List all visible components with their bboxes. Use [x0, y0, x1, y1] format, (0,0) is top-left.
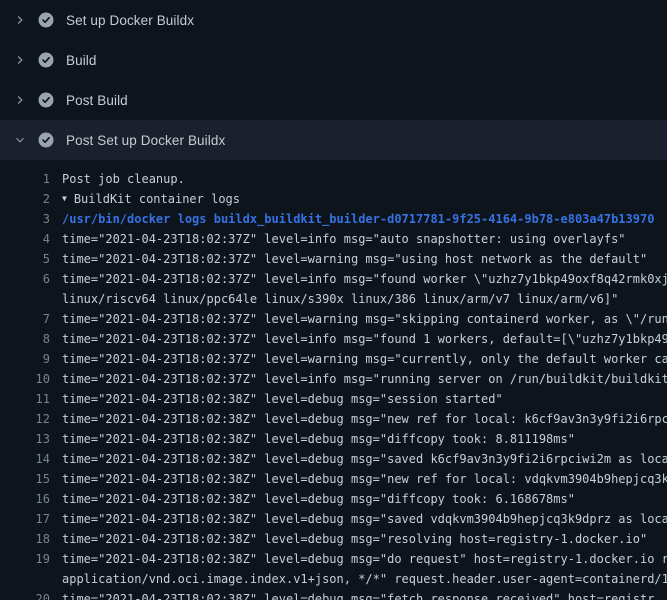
line-number[interactable]: 10	[0, 369, 52, 389]
line-number[interactable]	[0, 289, 52, 309]
check-circle-icon	[38, 52, 54, 68]
log-line: 12 time="2021-04-23T18:02:38Z" level=deb…	[0, 409, 667, 429]
actions-log-viewer: Set up Docker Buildx Build Post Build	[0, 0, 667, 600]
line-text: /usr/bin/docker logs buildx_buildkit_bui…	[52, 209, 667, 229]
log-line: 18 time="2021-04-23T18:02:38Z" level=deb…	[0, 529, 667, 549]
line-number[interactable]: 9	[0, 349, 52, 369]
line-text: time="2021-04-23T18:02:38Z" level=debug …	[52, 409, 667, 429]
log-lines: 1 Post job cleanup. 2 ▼ BuildKit contain…	[0, 169, 667, 600]
line-number[interactable]: 15	[0, 469, 52, 489]
line-text: time="2021-04-23T18:02:38Z" level=debug …	[52, 589, 667, 600]
step-label: Post Set up Docker Buildx	[66, 133, 225, 148]
line-text: application/vnd.oci.image.index.v1+json,…	[52, 569, 667, 589]
line-text: time="2021-04-23T18:02:37Z" level=warnin…	[52, 309, 667, 329]
line-number[interactable]: 18	[0, 529, 52, 549]
line-text: time="2021-04-23T18:02:38Z" level=debug …	[52, 449, 667, 469]
line-number[interactable]: 5	[0, 249, 52, 269]
chevron-right-icon	[12, 92, 28, 108]
step-label: Set up Docker Buildx	[66, 13, 194, 28]
log-line: 7 time="2021-04-23T18:02:37Z" level=warn…	[0, 309, 667, 329]
step-row-build[interactable]: Build	[0, 40, 667, 80]
chevron-right-icon	[12, 52, 28, 68]
line-number[interactable]: 1	[0, 169, 52, 189]
log-line: 8 time="2021-04-23T18:02:37Z" level=info…	[0, 329, 667, 349]
check-circle-icon	[38, 92, 54, 108]
log-line: 16 time="2021-04-23T18:02:38Z" level=deb…	[0, 489, 667, 509]
log-line: 10 time="2021-04-23T18:02:37Z" level=inf…	[0, 369, 667, 389]
log-area: 1 Post job cleanup. 2 ▼ BuildKit contain…	[0, 160, 667, 600]
line-text: Post job cleanup.	[52, 169, 667, 189]
line-text: time="2021-04-23T18:02:37Z" level=info m…	[52, 269, 667, 289]
chevron-down-icon	[12, 132, 28, 148]
line-text: time="2021-04-23T18:02:37Z" level=warnin…	[52, 349, 667, 369]
step-row-setup-docker-buildx[interactable]: Set up Docker Buildx	[0, 0, 667, 40]
log-line: 20 time="2021-04-23T18:02:38Z" level=deb…	[0, 589, 667, 600]
line-text: time="2021-04-23T18:02:37Z" level=info m…	[52, 329, 667, 349]
log-line: 11 time="2021-04-23T18:02:38Z" level=deb…	[0, 389, 667, 409]
line-number[interactable]: 7	[0, 309, 52, 329]
log-line: 6 time="2021-04-23T18:02:37Z" level=info…	[0, 269, 667, 289]
step-label: Build	[66, 53, 97, 68]
line-text: linux/riscv64 linux/ppc64le linux/s390x …	[52, 289, 667, 309]
step-label: Post Build	[66, 93, 128, 108]
line-number[interactable]: 20	[0, 589, 52, 600]
log-line: 5 time="2021-04-23T18:02:37Z" level=warn…	[0, 249, 667, 269]
line-text: time="2021-04-23T18:02:38Z" level=debug …	[52, 549, 667, 569]
group-toggle-icon[interactable]: ▼	[62, 189, 67, 209]
check-circle-icon	[38, 132, 54, 148]
step-row-post-setup-docker-buildx[interactable]: Post Set up Docker Buildx	[0, 120, 667, 160]
log-line: 2 ▼ BuildKit container logs	[0, 189, 667, 209]
line-text: time="2021-04-23T18:02:38Z" level=debug …	[52, 489, 667, 509]
line-text: time="2021-04-23T18:02:38Z" level=debug …	[52, 509, 667, 529]
log-line: 9 time="2021-04-23T18:02:37Z" level=warn…	[0, 349, 667, 369]
line-text: time="2021-04-23T18:02:38Z" level=debug …	[52, 389, 667, 409]
steps-list: Set up Docker Buildx Build Post Build	[0, 0, 667, 160]
line-number[interactable]	[0, 569, 52, 589]
line-number[interactable]: 19	[0, 549, 52, 569]
line-text: BuildKit container logs	[74, 189, 667, 209]
chevron-right-icon	[12, 12, 28, 28]
check-circle-icon	[38, 12, 54, 28]
log-line: application/vnd.oci.image.index.v1+json,…	[0, 569, 667, 589]
log-line: 17 time="2021-04-23T18:02:38Z" level=deb…	[0, 509, 667, 529]
line-number[interactable]: 2	[0, 189, 52, 209]
line-text: time="2021-04-23T18:02:38Z" level=debug …	[52, 529, 667, 549]
line-number[interactable]: 17	[0, 509, 52, 529]
line-number[interactable]: 14	[0, 449, 52, 469]
line-number[interactable]: 3	[0, 209, 52, 229]
line-text: time="2021-04-23T18:02:37Z" level=info m…	[52, 229, 667, 249]
line-text: time="2021-04-23T18:02:37Z" level=info m…	[52, 369, 667, 389]
line-number[interactable]: 8	[0, 329, 52, 349]
line-text: time="2021-04-23T18:02:38Z" level=debug …	[52, 429, 667, 449]
log-line: 13 time="2021-04-23T18:02:38Z" level=deb…	[0, 429, 667, 449]
step-row-post-build[interactable]: Post Build	[0, 80, 667, 120]
log-line: 3 /usr/bin/docker logs buildx_buildkit_b…	[0, 209, 667, 229]
log-line: 4 time="2021-04-23T18:02:37Z" level=info…	[0, 229, 667, 249]
line-text: time="2021-04-23T18:02:38Z" level=debug …	[52, 469, 667, 489]
log-line: 19 time="2021-04-23T18:02:38Z" level=deb…	[0, 549, 667, 569]
log-line: 14 time="2021-04-23T18:02:38Z" level=deb…	[0, 449, 667, 469]
log-line: linux/riscv64 linux/ppc64le linux/s390x …	[0, 289, 667, 309]
log-line: 1 Post job cleanup.	[0, 169, 667, 189]
line-number[interactable]: 16	[0, 489, 52, 509]
line-number[interactable]: 13	[0, 429, 52, 449]
log-line: 15 time="2021-04-23T18:02:38Z" level=deb…	[0, 469, 667, 489]
line-text: time="2021-04-23T18:02:37Z" level=warnin…	[52, 249, 667, 269]
line-number[interactable]: 11	[0, 389, 52, 409]
line-number[interactable]: 6	[0, 269, 52, 289]
line-number[interactable]: 4	[0, 229, 52, 249]
line-number[interactable]: 12	[0, 409, 52, 429]
